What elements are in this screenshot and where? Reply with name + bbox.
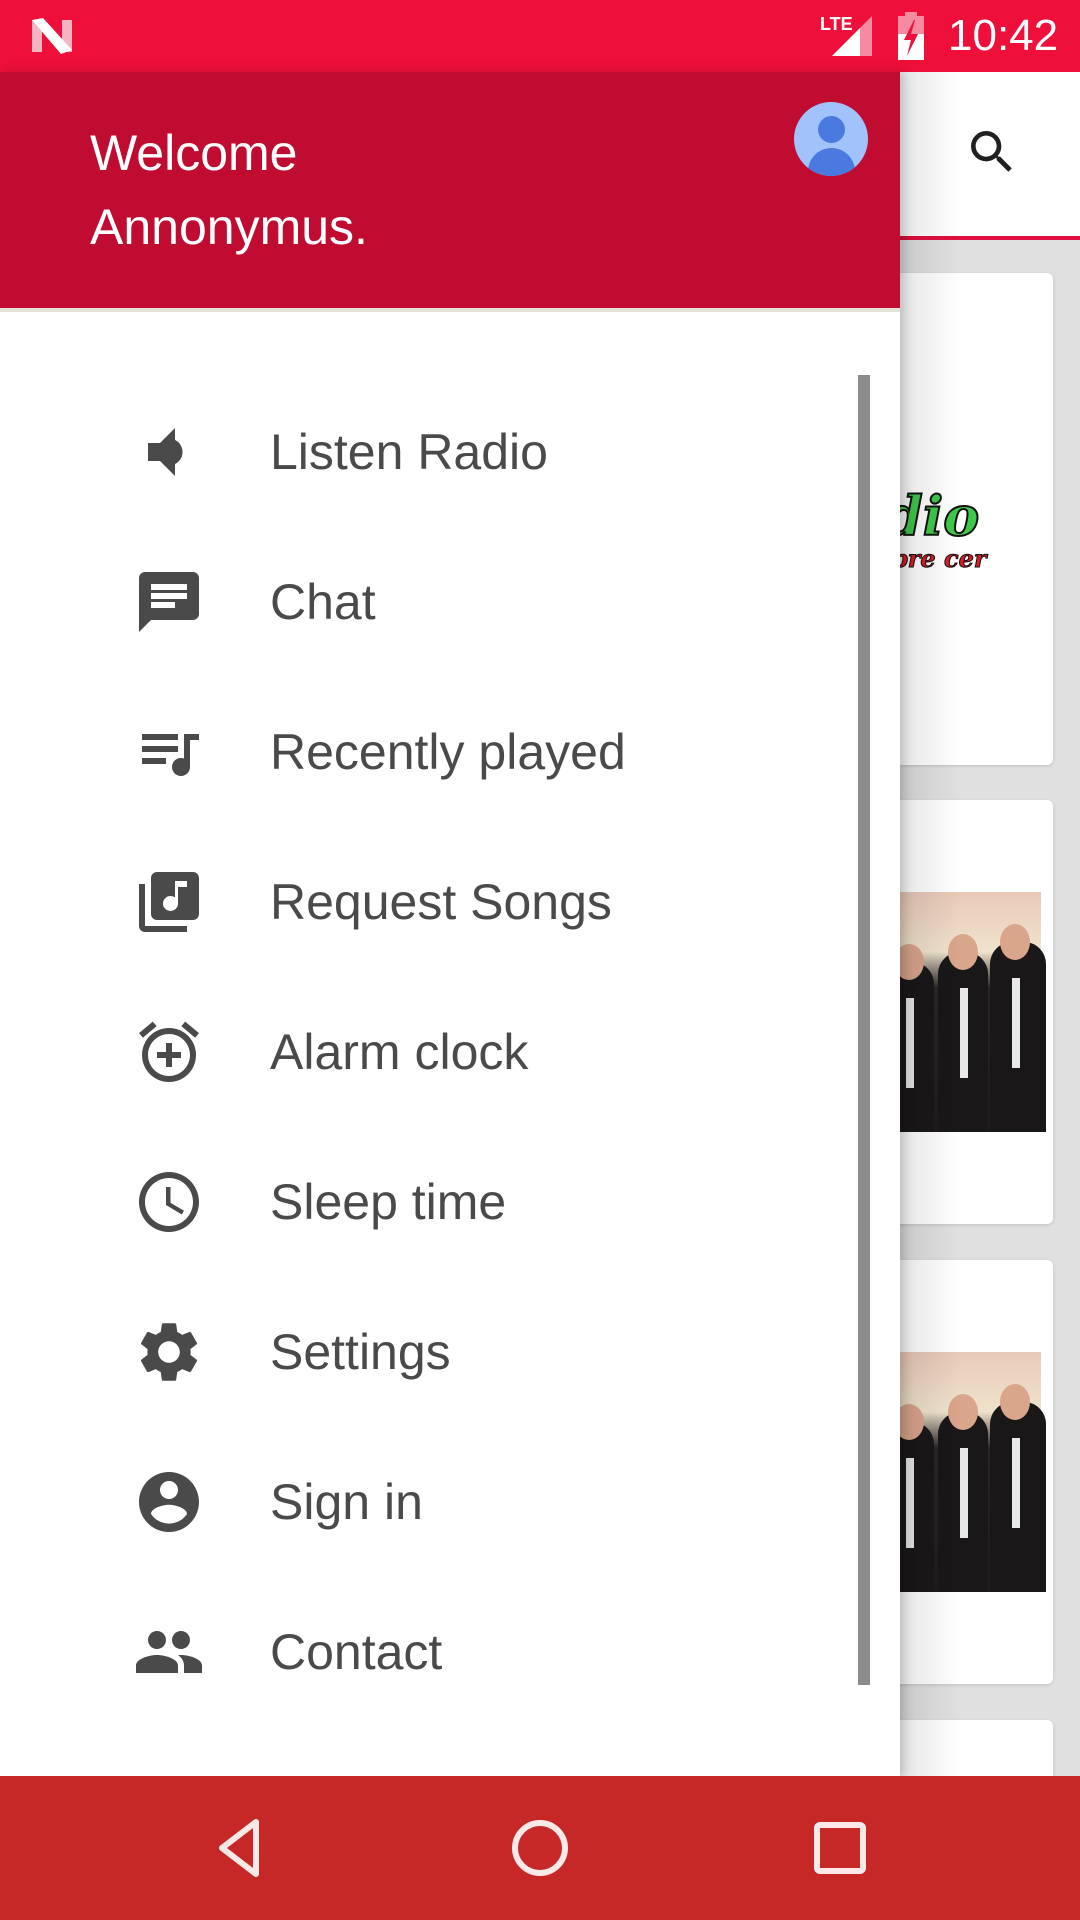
song-thumbnail [880,1352,1046,1592]
home-icon [512,1820,568,1876]
menu-item-listen-radio[interactable]: Listen Radio [0,377,850,527]
drawer-header: Welcome Annonymus. [0,72,900,312]
status-bar: LTE 10:42 [0,0,1080,72]
menu-item-recently-played[interactable]: Recently played [0,677,850,827]
recents-icon [814,1822,866,1874]
drawer-scrollbar[interactable] [858,375,870,1685]
menu-item-chat[interactable]: Chat [0,527,850,677]
system-nav-bar [0,1776,1080,1920]
search-button[interactable] [960,120,1024,184]
app-toolbar [900,72,1080,240]
search-icon [971,131,1012,172]
menu-item-contact[interactable]: Contact [0,1577,850,1727]
song-card[interactable] [880,800,1053,1224]
volume-icon [133,416,205,488]
menu-item-settings[interactable]: Settings [0,1277,850,1427]
song-thumbnail [880,892,1046,1132]
station-logo: adio i spre cer [880,484,987,574]
menu-item-alarm-clock[interactable]: Alarm clock [0,977,850,1127]
library-music-icon [133,866,205,938]
partial-icon [133,1766,205,1776]
navigation-drawer: Welcome Annonymus. Listen Radio Chat Rec… [0,72,900,1776]
station-card[interactable]: adio i spre cer [880,273,1053,765]
account-circle-icon [133,1466,205,1538]
n-logo-icon [32,18,72,54]
back-button[interactable] [200,1806,284,1890]
welcome-text: Welcome Annonymus. [90,125,368,255]
clock-icon [133,1166,205,1238]
account-avatar-icon[interactable] [794,102,868,176]
song-card[interactable] [880,1260,1053,1684]
svg-text:LTE: LTE [820,14,853,34]
chat-icon [133,566,205,638]
alarm-add-icon [133,1016,205,1088]
signal-lte-icon: LTE [820,14,872,56]
recents-button[interactable] [798,1806,882,1890]
queue-music-icon [133,716,205,788]
menu-item-sleep-time[interactable]: Sleep time [0,1127,850,1277]
menu-item-sign-in[interactable]: Sign in [0,1427,850,1577]
people-icon [133,1616,205,1688]
menu-item-partial[interactable] [0,1727,850,1776]
battery-charging-icon [898,12,924,60]
gear-icon [133,1316,205,1388]
back-icon [219,1819,259,1877]
menu-item-request-songs[interactable]: Request Songs [0,827,850,977]
home-button[interactable] [498,1806,582,1890]
status-clock: 10:42 [948,11,1059,60]
